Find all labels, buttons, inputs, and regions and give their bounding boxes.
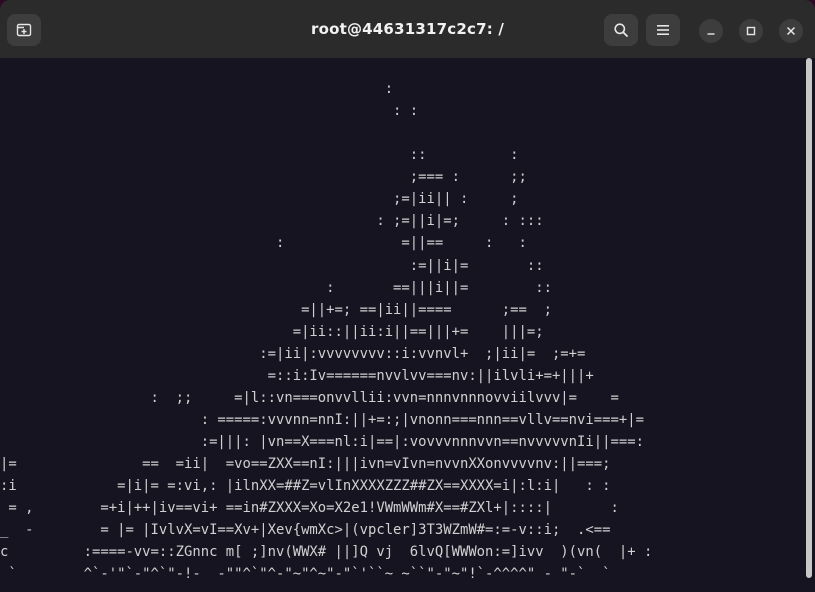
terminal-line: :=||i|= :: — [0, 257, 544, 274]
minimize-button[interactable] — [699, 19, 723, 43]
terminal-line: : =||== : : — [0, 235, 527, 252]
terminal-output[interactable]: : : : :: : ;=== : ;; ;=|ii||: ;: ;=||i… — [0, 58, 803, 592]
terminal-line: |= == =ii| =vo==ZXX==nI:|||ivn=vIvn=nvvn… — [0, 456, 611, 473]
terminal-line: :=|||: |vn==X===nl:i|==|:vovvvnnnvvn==nv… — [0, 434, 644, 450]
terminal-line: : ;; =|l::vn===onvvllii:vvn=nnnvnnnovvii… — [0, 389, 619, 406]
maximize-icon — [746, 26, 756, 36]
terminal-line: ` ^`-'"`-"^`"-!- -""^`"^-"~"^~"-"`'``~ ~… — [0, 566, 611, 583]
scrollbar[interactable] — [803, 58, 815, 592]
terminal-line: =|ii::||ii:i||==|||+= |||=; — [0, 323, 544, 340]
terminal-line: = , =+i|++|iv==vi+ ==in#ZXXX=Xo=X2e1!VWm… — [0, 500, 619, 517]
maximize-button[interactable] — [739, 19, 763, 43]
terminal-line: :=|ii|:vvvvvvvv::i:vvnvl+ ;|ii|= ;=+= — [0, 345, 586, 362]
terminal-line: : — [0, 81, 394, 97]
window-title: root@44631317c2c7: / — [310, 20, 505, 38]
close-button[interactable] — [779, 19, 803, 43]
scrollbar-thumb[interactable] — [806, 58, 812, 578]
search-icon — [614, 23, 628, 37]
terminal-line: : =====:vvvnn=nnI:||+=:;|vnonn===nnn==vl… — [0, 411, 644, 428]
terminal-line: =::i:Iv======nvvlvv===nv:||ilvli+=+|||+ — [0, 367, 594, 384]
terminal-line: : : — [0, 103, 419, 120]
search-button[interactable] — [604, 14, 638, 46]
title-bar: root@44631317c2c7: / — [0, 0, 815, 59]
terminal-line: ;=|ii|| : ; — [0, 191, 519, 208]
terminal-line: : ==|||i||= :: — [0, 279, 552, 296]
terminal-window: root@44631317c2c7: /:::::: ;===: ;… — [0, 0, 815, 592]
hamburger-menu-icon — [657, 25, 669, 35]
terminal-line: =||+=; ==|ii||==== ;== ; — [0, 301, 552, 318]
terminal-line: :: : — [0, 147, 519, 164]
terminal-line: _ - = |= |IvlvX=vI==Xv+|Xev{wmXc>|(vpcle… — [0, 522, 611, 539]
terminal-text: : : : :: : ;=== : ;; ;=|ii||: ;: ;=||i… — [0, 78, 652, 585]
terminal-line: :i =|i|= =:vi,: |ilnXX=##Z=vlInXXXXZZZ##… — [0, 478, 611, 495]
minimize-icon — [707, 33, 715, 35]
terminal-line: : ;=||i|=; : ::: — [0, 213, 544, 230]
terminal-line: ;=== : ;; — [0, 169, 527, 186]
close-icon — [786, 26, 796, 36]
terminal-line: c :====-vv=::ZGnnc m[ ;]nv(WWX# ||]Q vj … — [0, 544, 653, 561]
menu-button[interactable] — [646, 14, 680, 46]
